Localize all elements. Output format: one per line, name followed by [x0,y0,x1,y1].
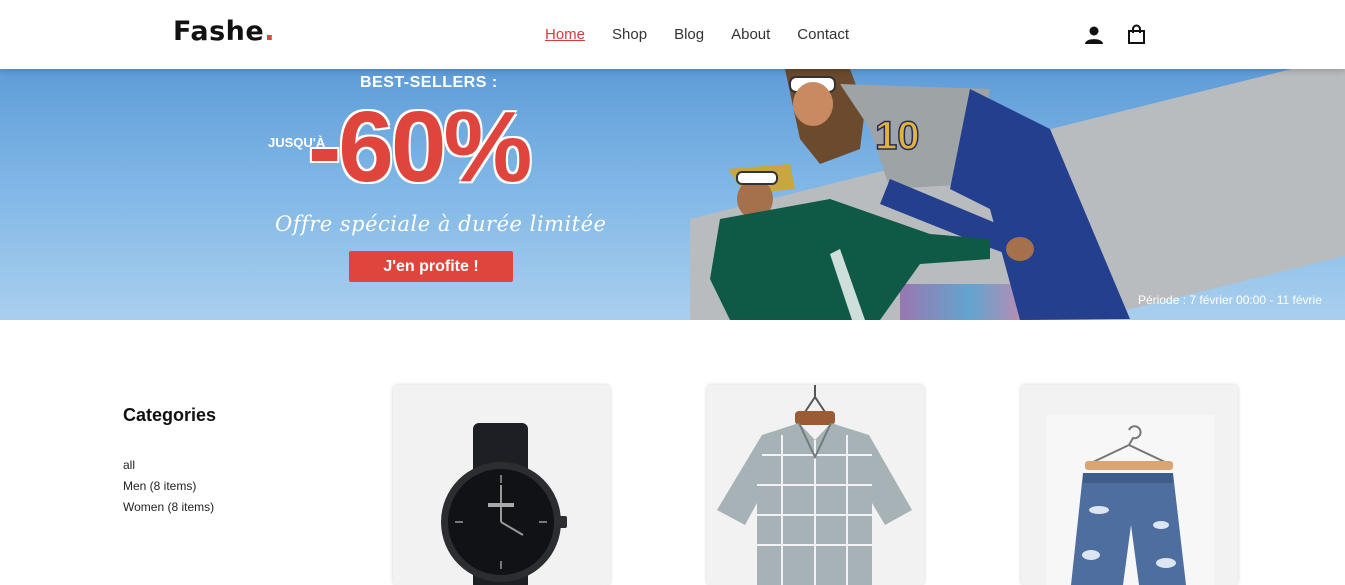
promo-banner[interactable]: 10 BEST-SELLERS : JUSQU'À -60% Offre spé… [0,69,1345,320]
category-item: Men (8 items) [123,476,214,497]
user-icon[interactable] [1083,24,1105,46]
category-all[interactable]: all [123,458,135,472]
product-card[interactable] [393,385,610,585]
shopping-bag-icon[interactable] [1126,24,1148,46]
category-men[interactable]: Men (8 items) [123,479,196,493]
category-women[interactable]: Women (8 items) [123,500,214,514]
logo[interactable]: Fashe. [173,16,275,47]
shirt-image [717,385,912,585]
product-card[interactable] [1021,385,1238,585]
watch-image [441,423,567,585]
banner-offer-text: Offre spéciale à durée limitée [275,212,607,236]
site-header: Fashe. Home Shop Blog About Contact [0,0,1345,69]
category-list: all Men (8 items) Women (8 items) [123,455,214,518]
nav-shop[interactable]: Shop [612,26,647,43]
shorts-image [1046,415,1214,585]
category-item: Women (8 items) [123,497,214,518]
svg-text:10: 10 [875,114,920,158]
nav-about[interactable]: About [731,26,770,43]
nav-contact[interactable]: Contact [797,26,849,43]
nav-home[interactable]: Home [545,26,585,43]
product-card[interactable] [707,385,924,585]
main-nav: Home Shop Blog About Contact [545,26,876,43]
models-illustration: 10 [710,69,1130,320]
banner-period: Période : 7 février 00:00 - 11 févrie [1138,293,1322,307]
categories-title: Categories [123,405,217,425]
banner-best-sellers: BEST-SELLERS : [360,74,498,91]
banner-discount: -60% [308,91,532,203]
nav-blog[interactable]: Blog [674,26,704,43]
banner-cta-button[interactable]: J'en profite ! [349,251,513,282]
category-item: all [123,455,214,476]
